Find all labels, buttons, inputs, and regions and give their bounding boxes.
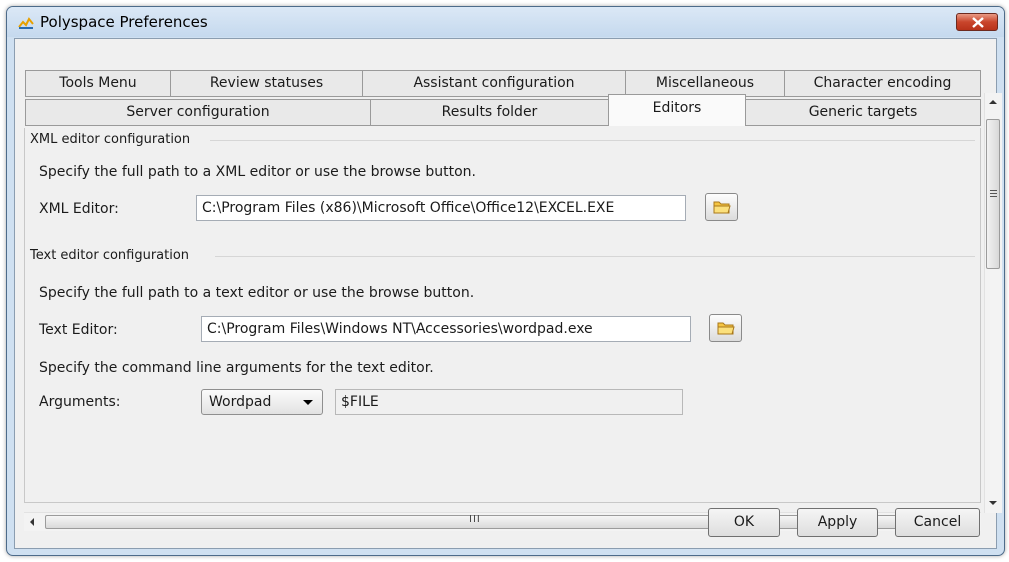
tab-generic-targets[interactable]: Generic targets [745,99,981,126]
close-icon [972,17,984,28]
tab-editors[interactable]: Editors [608,94,746,126]
apply-button[interactable]: Apply [797,508,878,537]
scroll-grip-label: III [469,514,481,525]
folder-icon [717,322,735,335]
text-editor-label: Text Editor: [39,322,118,338]
tab-assistant-configuration[interactable]: Assistant configuration [362,70,626,97]
grip-line [990,196,997,197]
polyspace-app-icon [18,17,34,29]
preferences-window: Polyspace Preferences Tools Menu Review … [6,6,1005,556]
tab-server-configuration[interactable]: Server configuration [25,99,371,126]
tab-character-encoding[interactable]: Character encoding [784,70,981,97]
tab-tools-menu[interactable]: Tools Menu [25,70,171,97]
arguments-label: Arguments: [39,394,121,410]
arguments-instruction: Specify the command line arguments for t… [39,360,434,376]
text-editor-path-field[interactable]: C:\Program Files\Windows NT\Accessories\… [201,316,691,342]
folder-icon [713,201,731,214]
dialog-client-area: Tools Menu Review statuses Assistant con… [14,38,1002,549]
xml-section-title: XML editor configuration [30,132,191,147]
ok-button[interactable]: OK [708,508,780,537]
arguments-preset-value: Wordpad [209,394,272,410]
tab-results-folder[interactable]: Results folder [370,99,609,126]
text-browse-button[interactable] [709,314,742,342]
text-section-title: Text editor configuration [30,248,190,263]
tab-miscellaneous[interactable]: Miscellaneous [625,70,785,97]
arguments-field[interactable]: $FILE [335,389,683,415]
xml-browse-button[interactable] [705,193,738,221]
arguments-preset-dropdown[interactable]: Wordpad [201,389,323,415]
grip-line [990,193,997,194]
chevron-down-icon [303,400,313,405]
grip-line [990,190,997,191]
cancel-button[interactable]: Cancel [895,508,980,537]
scroll-left-arrow-icon[interactable] [30,518,34,526]
xml-editor-label: XML Editor: [39,201,119,217]
text-instruction: Specify the full path to a text editor o… [39,285,475,301]
text-section-divider [215,256,975,257]
vertical-scroll-thumb[interactable] [986,119,1000,269]
xml-instruction: Specify the full path to a XML editor or… [39,164,476,180]
title-bar[interactable]: Polyspace Preferences [7,7,1004,37]
xml-section-divider [210,140,975,141]
window-title: Polyspace Preferences [40,13,208,31]
scroll-up-arrow-icon[interactable] [989,100,997,104]
vertical-scrollbar[interactable] [984,93,1002,513]
editors-tab-panel: XML editor configuration Specify the ful… [24,128,981,503]
scroll-down-arrow-icon[interactable] [989,501,997,505]
tab-review-statuses[interactable]: Review statuses [170,70,363,97]
close-button[interactable] [956,13,998,31]
xml-editor-path-field[interactable]: C:\Program Files (x86)\Microsoft Office\… [196,195,686,221]
